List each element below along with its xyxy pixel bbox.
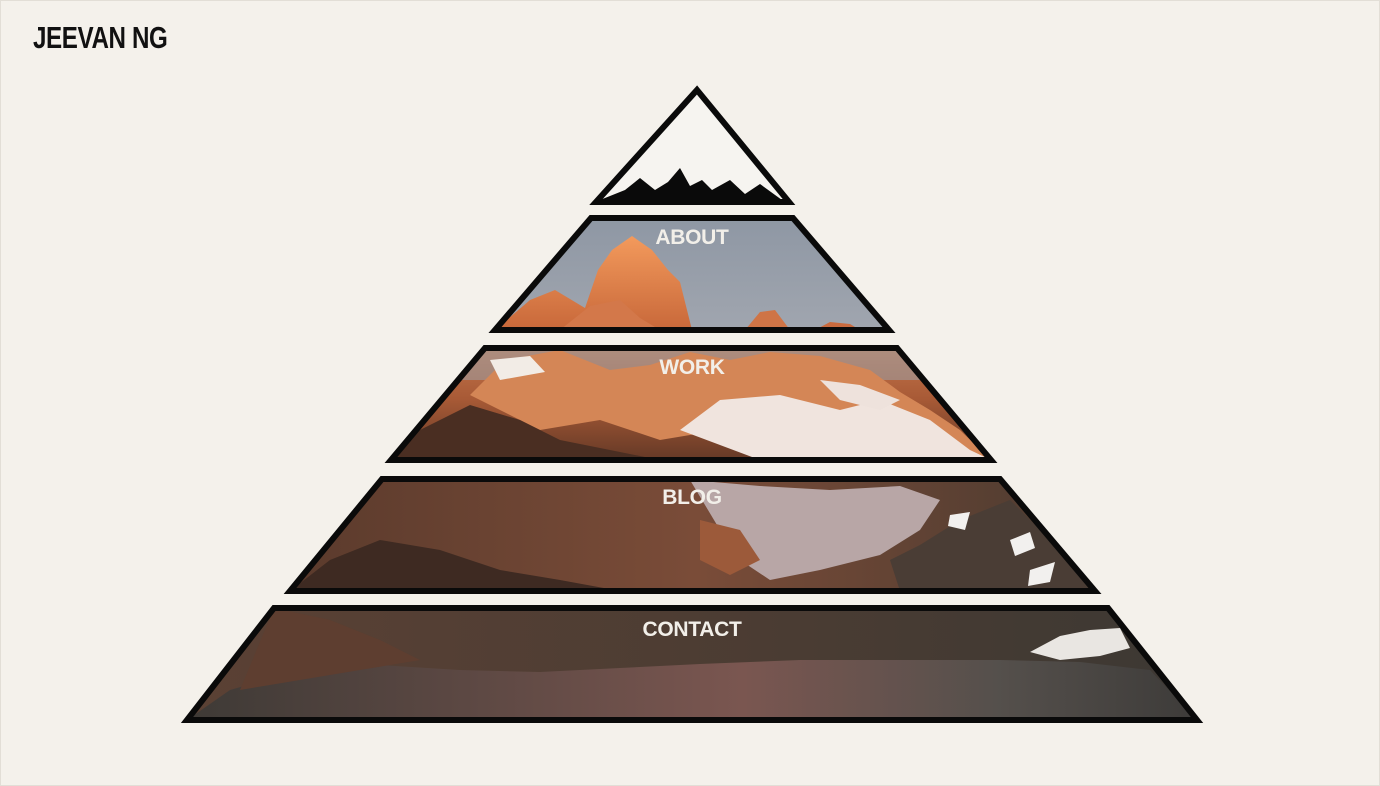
nav-label-blog: BLOG (662, 486, 721, 509)
nav-tier-about[interactable]: ABOUT (480, 210, 900, 340)
nav-label-work: WORK (659, 356, 724, 379)
pyramid-nav: ABOUT WORK BLOG CONTACT (180, 85, 1210, 730)
nav-label-contact: CONTACT (643, 618, 742, 641)
nav-tier-work[interactable]: WORK (380, 340, 1000, 470)
mountain-peak-icon[interactable] (589, 85, 796, 205)
nav-label-about: ABOUT (655, 226, 729, 249)
nav-tier-contact[interactable]: CONTACT (180, 600, 1210, 730)
nav-tier-blog[interactable]: BLOG (280, 470, 1110, 600)
